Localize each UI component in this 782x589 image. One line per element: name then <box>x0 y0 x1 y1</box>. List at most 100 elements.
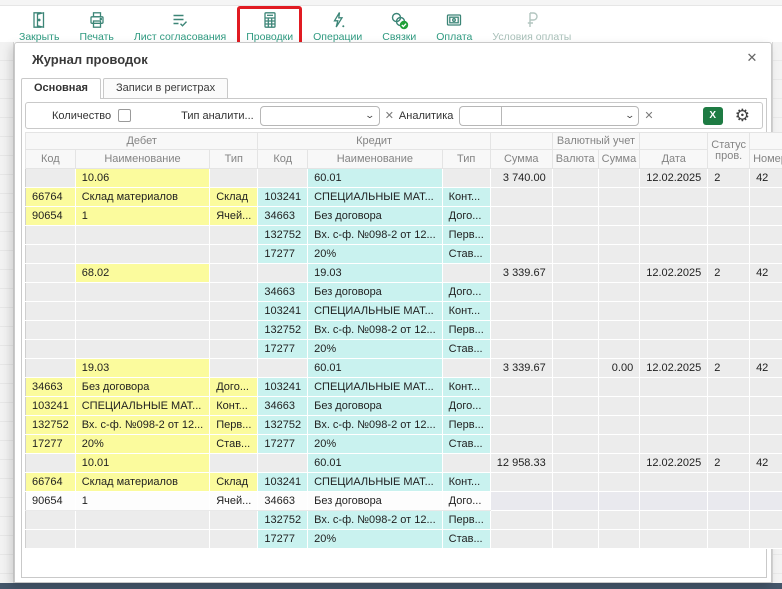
date-cell[interactable] <box>640 188 708 207</box>
debit-code-cell[interactable]: 132752 <box>26 416 76 435</box>
debit-type-cell[interactable]: Конт... <box>210 397 258 416</box>
debit-name-cell[interactable] <box>75 340 210 359</box>
posting-detail-row[interactable]: 1727720%Став... <box>26 245 782 264</box>
credit-code-cell[interactable]: 103241 <box>258 473 308 492</box>
currency-cell[interactable] <box>552 416 598 435</box>
debit-name-cell[interactable] <box>75 302 210 321</box>
number-cell[interactable] <box>750 397 782 416</box>
analytics-type-select[interactable]: ⌄ <box>260 106 380 126</box>
tab-main[interactable]: Основная <box>21 78 101 99</box>
posting-detail-row[interactable]: 132752Вх. с-ф. №098-2 от 12...Перв...132… <box>26 416 782 435</box>
date-cell[interactable]: 12.02.2025 <box>640 359 708 378</box>
debit-type-cell[interactable]: Став... <box>210 435 258 454</box>
debit-account-cell[interactable]: 68.02 <box>75 264 210 283</box>
posting-detail-row[interactable]: 132752Вх. с-ф. №098-2 от 12...Перв... <box>26 321 782 340</box>
number-cell[interactable]: 42 <box>750 169 782 188</box>
sum-cell[interactable] <box>490 435 552 454</box>
currency-cell[interactable] <box>552 188 598 207</box>
debit-type-cell[interactable] <box>210 169 258 188</box>
credit-account-cell[interactable]: 60.01 <box>308 169 443 188</box>
credit-code-cell[interactable]: 17277 <box>258 435 308 454</box>
credit-name-cell[interactable]: Вх. с-ф. №098-2 от 12... <box>308 416 443 435</box>
credit-type-cell[interactable]: Став... <box>442 340 490 359</box>
debit-name-cell[interactable] <box>75 283 210 302</box>
debit-name-cell[interactable]: 1 <box>75 207 210 226</box>
debit-type-cell[interactable] <box>210 226 258 245</box>
debit-code-cell[interactable] <box>26 264 76 283</box>
credit-name-cell[interactable]: Вх. с-ф. №098-2 от 12... <box>308 511 443 530</box>
number-cell[interactable] <box>750 188 782 207</box>
sum-cell[interactable] <box>490 492 552 511</box>
credit-type-cell[interactable]: Конт... <box>442 473 490 492</box>
date-cell[interactable] <box>640 207 708 226</box>
debit-code-cell[interactable] <box>26 226 76 245</box>
posting-detail-row[interactable]: 103241СПЕЦИАЛЬНЫЕ МАТ...Конт... <box>26 302 782 321</box>
sum-cell[interactable] <box>490 340 552 359</box>
currency-cell[interactable] <box>552 378 598 397</box>
debit-code-cell[interactable]: 90654 <box>26 207 76 226</box>
date-cell[interactable] <box>640 416 708 435</box>
status-cell[interactable]: 2 <box>708 454 750 473</box>
currency-sum-cell[interactable] <box>598 416 640 435</box>
number-cell[interactable] <box>750 492 782 511</box>
credit-code-cell[interactable]: 34663 <box>258 283 308 302</box>
date-cell[interactable] <box>640 283 708 302</box>
sum-cell[interactable] <box>490 473 552 492</box>
number-cell[interactable] <box>750 473 782 492</box>
currency-sum-cell[interactable] <box>598 492 640 511</box>
debit-name-cell[interactable] <box>75 321 210 340</box>
date-cell[interactable]: 12.02.2025 <box>640 169 708 188</box>
credit-name-cell[interactable]: СПЕЦИАЛЬНЫЕ МАТ... <box>308 302 443 321</box>
credit-code-cell[interactable]: 132752 <box>258 511 308 530</box>
credit-type-cell[interactable]: Став... <box>442 245 490 264</box>
debit-code-cell[interactable] <box>26 359 76 378</box>
currency-sum-cell[interactable] <box>598 530 640 549</box>
debit-account-cell[interactable]: 19.03 <box>75 359 210 378</box>
currency-sum-cell[interactable] <box>598 511 640 530</box>
status-cell[interactable] <box>708 340 750 359</box>
currency-cell[interactable] <box>552 359 598 378</box>
date-cell[interactable] <box>640 397 708 416</box>
print-button[interactable]: Печать <box>70 6 122 46</box>
credit-account-cell[interactable]: 19.03 <box>308 264 443 283</box>
credit-name-cell[interactable]: 20% <box>308 530 443 549</box>
credit-name-cell[interactable]: СПЕЦИАЛЬНЫЕ МАТ... <box>308 378 443 397</box>
status-cell[interactable] <box>708 226 750 245</box>
date-cell[interactable] <box>640 321 708 340</box>
debit-type-cell[interactable] <box>210 321 258 340</box>
posting-detail-row[interactable]: 1727720%Став... <box>26 530 782 549</box>
credit-type-cell[interactable]: Дого... <box>442 492 490 511</box>
sum-cell[interactable] <box>490 245 552 264</box>
posting-detail-row[interactable]: 132752Вх. с-ф. №098-2 от 12...Перв... <box>26 226 782 245</box>
debit-name-cell[interactable]: СПЕЦИАЛЬНЫЕ МАТ... <box>75 397 210 416</box>
status-cell[interactable] <box>708 435 750 454</box>
debit-name-cell[interactable]: Склад материалов <box>75 473 210 492</box>
debit-type-cell[interactable]: Склад <box>210 473 258 492</box>
status-cell[interactable] <box>708 511 750 530</box>
credit-name-cell[interactable]: Без договора <box>308 283 443 302</box>
number-cell[interactable] <box>750 530 782 549</box>
credit-code-cell[interactable]: 132752 <box>258 416 308 435</box>
number-cell[interactable] <box>750 378 782 397</box>
status-cell[interactable]: 2 <box>708 264 750 283</box>
debit-name-cell[interactable] <box>75 530 210 549</box>
debit-name-cell[interactable]: 20% <box>75 435 210 454</box>
status-cell[interactable] <box>708 416 750 435</box>
credit-code-cell[interactable]: 132752 <box>258 321 308 340</box>
credit-account-cell[interactable]: 60.01 <box>308 454 443 473</box>
credit-type-cell[interactable]: Став... <box>442 435 490 454</box>
number-cell[interactable] <box>750 302 782 321</box>
status-cell[interactable] <box>708 245 750 264</box>
sum-cell[interactable] <box>490 321 552 340</box>
credit-code-cell[interactable]: 34663 <box>258 492 308 511</box>
quantity-checkbox[interactable] <box>118 109 131 122</box>
posting-detail-row[interactable]: 66764Склад материаловСклад103241СПЕЦИАЛЬ… <box>26 473 782 492</box>
currency-cell[interactable] <box>552 454 598 473</box>
status-cell[interactable] <box>708 473 750 492</box>
number-cell[interactable]: 42 <box>750 454 782 473</box>
status-cell[interactable] <box>708 492 750 511</box>
debit-code-cell[interactable] <box>26 511 76 530</box>
credit-code-cell[interactable]: 17277 <box>258 530 308 549</box>
currency-cell[interactable] <box>552 492 598 511</box>
currency-cell[interactable] <box>552 283 598 302</box>
